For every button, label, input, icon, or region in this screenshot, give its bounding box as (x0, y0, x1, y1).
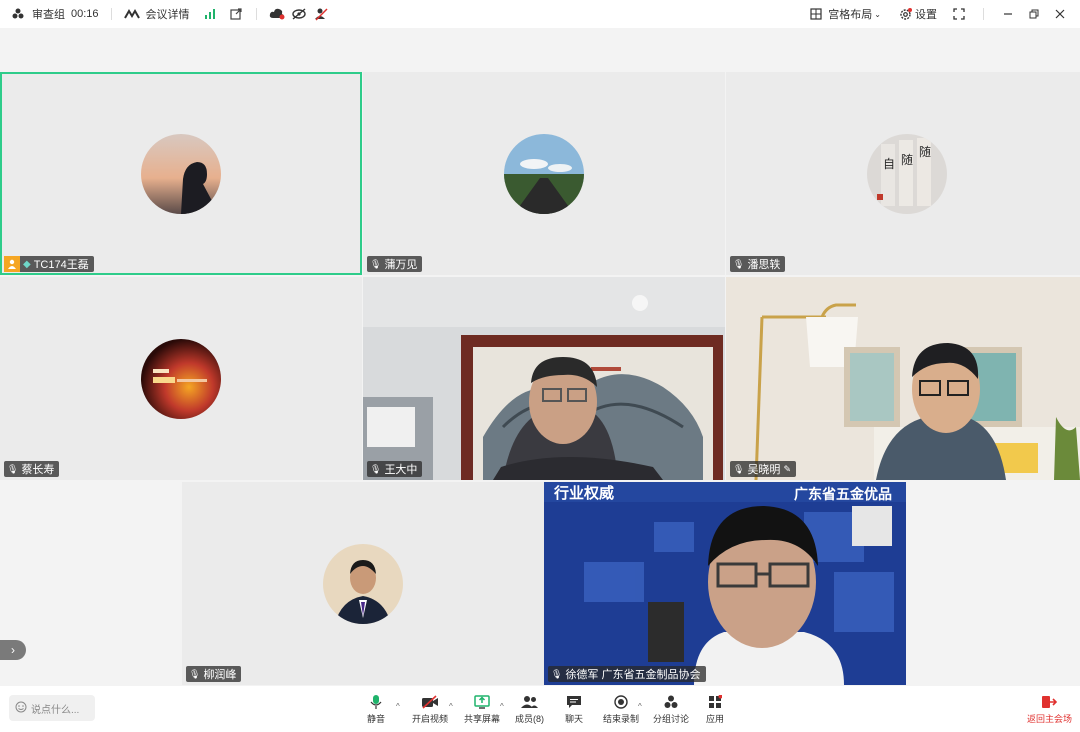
mic-muted-icon: 🎙 (551, 668, 563, 679)
share-screen-button[interactable]: 共享屏幕 (464, 694, 500, 725)
empty-area (0, 482, 182, 685)
share-link-icon[interactable] (228, 6, 244, 22)
avatar (504, 134, 584, 214)
poster-text: 广东省五金优品 (794, 487, 892, 503)
meeting-timer: 00:16 (71, 8, 99, 20)
participant-name: 徐德军 广东省五金制品协会 (565, 669, 701, 681)
participant-nametag: 🎙 徐德军 广东省五金制品协会 (548, 666, 706, 682)
video-feed (726, 277, 1080, 480)
svg-text:随: 随 (901, 152, 913, 167)
participant-name: 吴晓明 (747, 464, 781, 476)
participant-nametag: 🎙 柳润峰 (186, 666, 242, 682)
microphone-icon (366, 694, 386, 710)
shield-icon: ◆ (23, 258, 31, 270)
exit-icon (1039, 694, 1059, 710)
record-icon (611, 694, 631, 710)
participant-nametag: 🎙 蒲万见 (367, 256, 423, 272)
avatar (141, 339, 221, 419)
participant-nametag: 🎙 蔡长寿 (4, 461, 60, 477)
breakout-rooms-button[interactable]: 分组讨论 (653, 694, 689, 725)
camera-off-icon (420, 694, 440, 710)
meeting-logo-icon (123, 6, 140, 22)
mic-muted-icon: 🎙 (733, 463, 745, 474)
stop-recording-button[interactable]: 结束录制 (603, 694, 639, 725)
video-feed (363, 277, 725, 480)
empty-area (906, 482, 1080, 685)
bottom-toolbar: 说点什么... 静音 ^ 开启视频 ^ 共享屏幕 ^ 成员(8) 聊天 结束录制… (0, 686, 1080, 732)
chevron-up-icon[interactable]: ^ (638, 702, 642, 711)
avatar (323, 544, 403, 624)
expand-panel-button[interactable]: › (0, 640, 26, 660)
mic-muted-icon: 🎙 (370, 463, 382, 474)
participant-nametag: 🎙 王大中 (367, 461, 423, 477)
grid-layout-icon[interactable] (808, 6, 824, 22)
participant-name: 柳润峰 (203, 669, 237, 681)
meeting-name: 审查组 (32, 9, 65, 21)
participant-name: 王大中 (384, 464, 418, 476)
mic-muted-icon: 🎙 (733, 258, 745, 269)
users-icon (520, 694, 540, 710)
participant-nametag: 🎙 吴晓明 ✎ (730, 461, 796, 477)
participant-name: 蒲万见 (384, 259, 418, 271)
pencil-icon: ✎ (783, 463, 791, 474)
svg-text:自: 自 (883, 157, 895, 171)
minimize-icon[interactable] (1000, 6, 1016, 22)
video-feed (544, 482, 906, 685)
members-button[interactable]: 成员(8) (515, 694, 544, 725)
mute-button[interactable]: 静音 (366, 694, 386, 725)
hidden-view-icon[interactable] (291, 6, 307, 22)
chat-placeholder: 说点什么... (31, 704, 80, 716)
close-icon[interactable] (1052, 6, 1068, 22)
participant-nametag: ◆ TC174王磊 (4, 256, 94, 272)
settings-button[interactable]: 设置 (915, 6, 937, 22)
host-icon (4, 256, 20, 272)
avatar: 自 随 随 (867, 134, 947, 214)
cloud-record-icon[interactable] (269, 6, 285, 22)
mic-muted-icon: 🎙 (189, 668, 201, 679)
signal-icon (202, 6, 218, 22)
poster-text: 行业权威 (554, 484, 615, 502)
apps-grid-icon (705, 694, 725, 710)
mute-all-icon[interactable] (313, 6, 329, 22)
video-tile[interactable]: 自 随 随 🎙 潘思轶 (726, 72, 1080, 275)
gear-icon[interactable] (897, 6, 913, 22)
video-tile[interactable]: ◆ TC174王磊 (0, 72, 362, 275)
video-tile[interactable]: 🎙 蒲万见 (363, 72, 725, 275)
mic-muted-icon: 🎙 (7, 463, 19, 474)
start-video-button[interactable]: 开启视频 (412, 694, 448, 725)
top-bar: 审查组 00:16 会议详情 宫格布局 ⌄ 设置 (0, 0, 1080, 28)
group-icon (661, 694, 681, 710)
avatar (141, 134, 221, 214)
chevron-right-icon: › (11, 643, 15, 657)
svg-text:随: 随 (919, 144, 931, 159)
chevron-down-icon[interactable]: ⌄ (874, 10, 881, 19)
layout-button[interactable]: 宫格布局 (828, 6, 872, 22)
mic-muted-icon: 🎙 (370, 258, 382, 269)
video-tile[interactable]: 🎙 吴晓明 ✎ (726, 277, 1080, 480)
chat-input[interactable]: 说点什么... (9, 695, 95, 721)
chat-bubble-icon (564, 694, 584, 710)
video-tile[interactable]: 行业权威 广东省五金优品 🎙 徐德军 广东省五金制品协会 (544, 482, 906, 685)
meeting-details-link[interactable]: 会议详情 (146, 6, 190, 22)
fullscreen-icon[interactable] (951, 6, 967, 22)
video-tile[interactable]: 🎙 蔡长寿 (0, 277, 362, 480)
chevron-up-icon[interactable]: ^ (449, 702, 453, 711)
video-tile[interactable]: 🎙 王大中 (363, 277, 725, 480)
participant-nametag: 🎙 潘思轶 (730, 256, 786, 272)
video-tile[interactable]: 🎙 柳润峰 (182, 482, 544, 685)
chevron-up-icon[interactable]: ^ (396, 702, 400, 711)
header-spacer (0, 28, 1080, 72)
chat-button[interactable]: 聊天 (564, 694, 584, 725)
smiley-icon[interactable] (15, 701, 27, 716)
return-main-room-button[interactable]: 返回主会场 (1027, 694, 1072, 725)
chevron-up-icon[interactable]: ^ (500, 702, 504, 711)
participant-name: 蔡长寿 (21, 464, 55, 476)
restore-icon[interactable] (1026, 6, 1042, 22)
participant-name: 潘思轶 (747, 259, 781, 271)
group-icon (10, 6, 26, 22)
share-screen-icon (472, 694, 492, 710)
participant-name: TC174王磊 (33, 259, 89, 271)
apps-button[interactable]: 应用 (705, 694, 725, 725)
